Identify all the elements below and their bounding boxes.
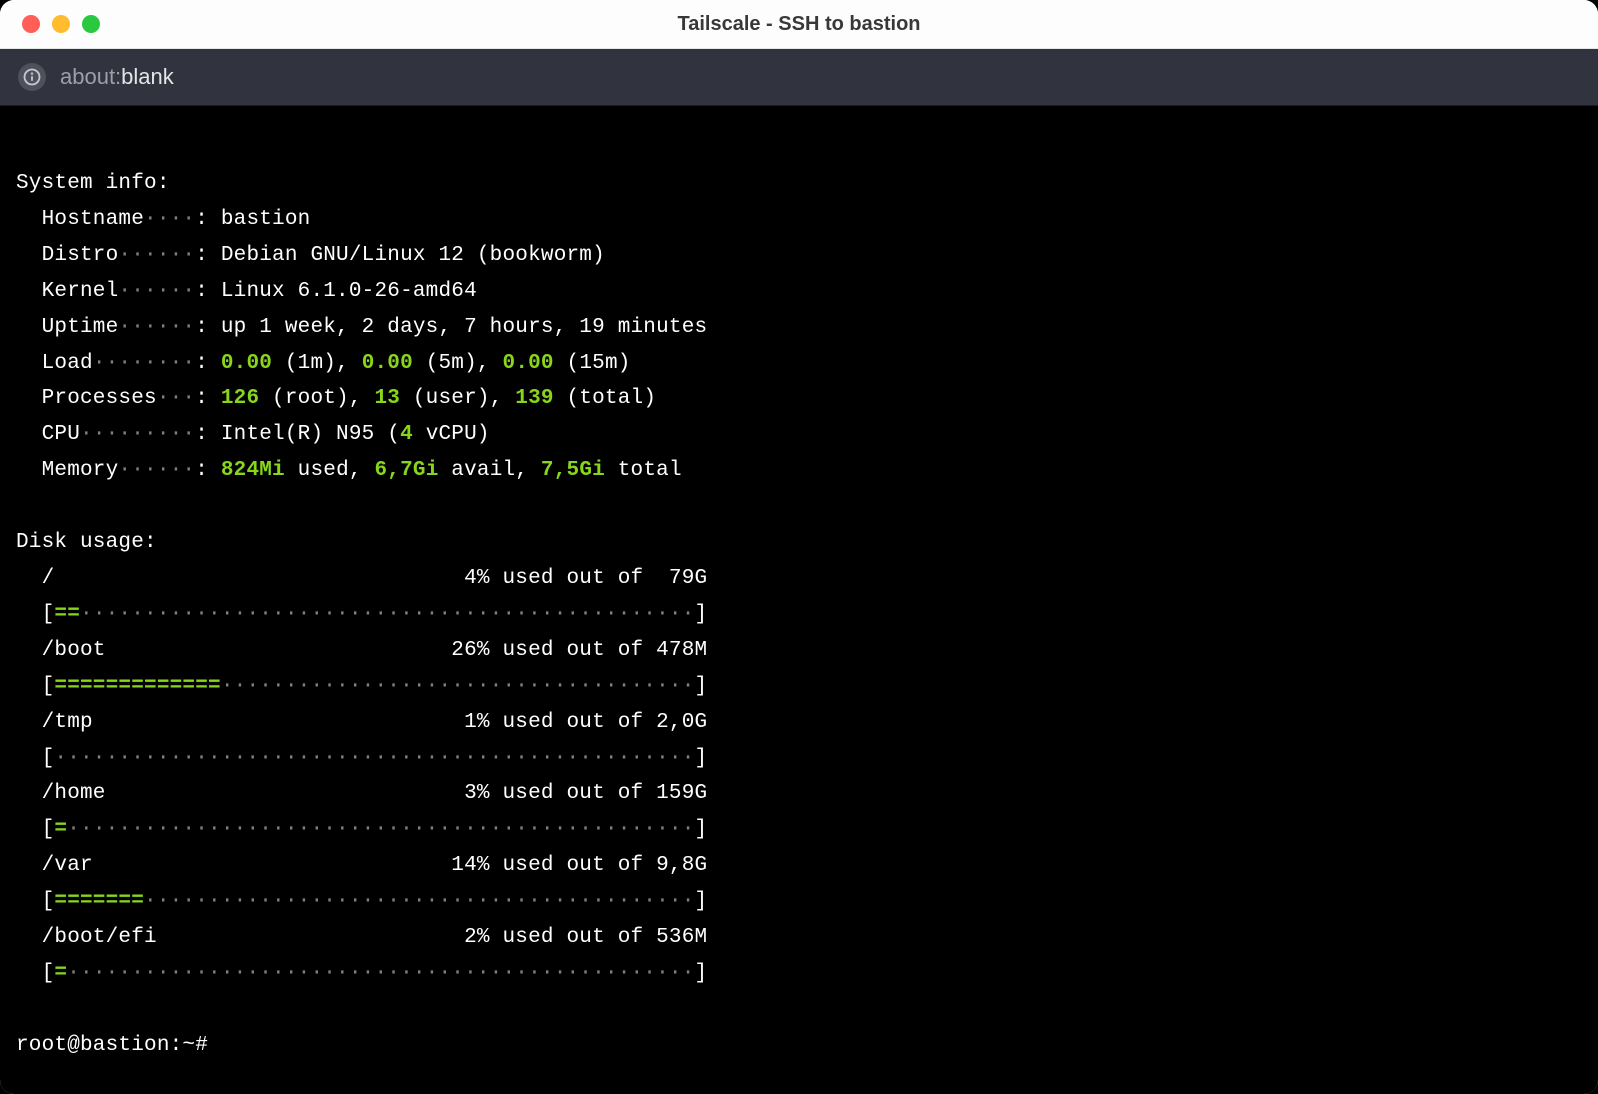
window-controls (0, 15, 100, 33)
terminal-output[interactable]: System info: Hostname····: bastion Distr… (0, 106, 1598, 1094)
window-title: Tailscale - SSH to bastion (0, 13, 1598, 36)
zoom-icon[interactable] (82, 15, 100, 33)
url-text: about:blank (60, 64, 174, 90)
url-path: blank (121, 64, 174, 89)
info-icon (18, 63, 46, 91)
close-icon[interactable] (22, 15, 40, 33)
minimize-icon[interactable] (52, 15, 70, 33)
url-scheme: about: (60, 64, 121, 89)
app-window: Tailscale - SSH to bastion about:blank S… (0, 0, 1598, 1094)
url-bar[interactable]: about:blank (0, 49, 1598, 106)
shell-prompt[interactable]: root@bastion:~# (16, 1034, 221, 1057)
titlebar: Tailscale - SSH to bastion (0, 0, 1598, 49)
